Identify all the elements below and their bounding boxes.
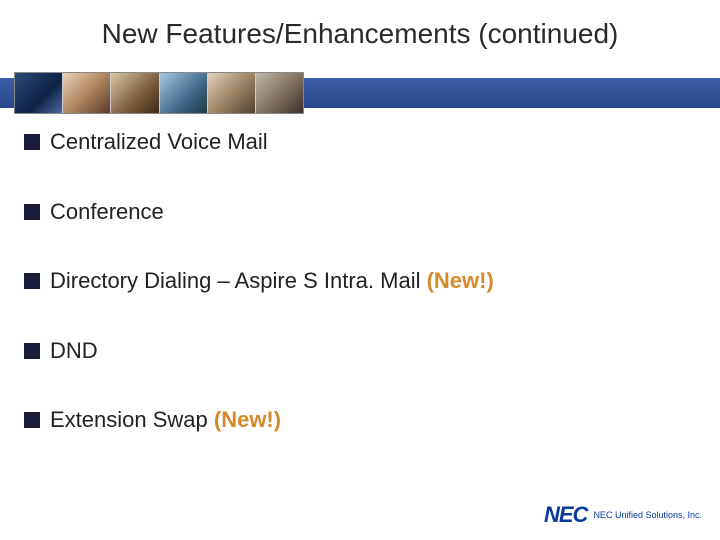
bullet-list: Centralized Voice Mail Conference Direct…	[24, 128, 696, 476]
list-item: Extension Swap (New!)	[24, 406, 696, 434]
new-tag: (New!)	[214, 407, 281, 432]
slide-title: New Features/Enhancements (continued)	[0, 18, 720, 50]
list-item: Conference	[24, 198, 696, 226]
square-bullet-icon	[24, 134, 40, 150]
list-item: DND	[24, 337, 696, 365]
banner-photo	[63, 73, 111, 113]
list-item-text: Directory Dialing – Aspire S Intra. Mail…	[50, 267, 696, 295]
nec-logo: NEC NEC Unified Solutions, Inc.	[544, 502, 702, 528]
list-item: Centralized Voice Mail	[24, 128, 696, 156]
nec-subtext: NEC Unified Solutions, Inc.	[593, 511, 702, 520]
banner-photo	[160, 73, 208, 113]
list-item-text: DND	[50, 337, 696, 365]
new-tag: (New!)	[427, 268, 494, 293]
square-bullet-icon	[24, 204, 40, 220]
banner-photo	[208, 73, 256, 113]
list-item-text: Centralized Voice Mail	[50, 128, 696, 156]
list-item: Directory Dialing – Aspire S Intra. Mail…	[24, 267, 696, 295]
bullet-text: Centralized Voice Mail	[50, 129, 268, 154]
list-item-text: Conference	[50, 198, 696, 226]
banner-photo	[256, 73, 303, 113]
banner-photo	[111, 73, 159, 113]
square-bullet-icon	[24, 412, 40, 428]
banner-strip	[0, 70, 720, 116]
list-item-text: Extension Swap (New!)	[50, 406, 696, 434]
nec-brand-mark: NEC	[544, 502, 587, 528]
banner-photo	[15, 73, 63, 113]
bullet-text: Conference	[50, 199, 164, 224]
bullet-text: DND	[50, 338, 98, 363]
bullet-text: Extension Swap	[50, 407, 214, 432]
square-bullet-icon	[24, 273, 40, 289]
square-bullet-icon	[24, 343, 40, 359]
bullet-text: Directory Dialing – Aspire S Intra. Mail	[50, 268, 427, 293]
banner-photo-strip	[14, 72, 304, 114]
